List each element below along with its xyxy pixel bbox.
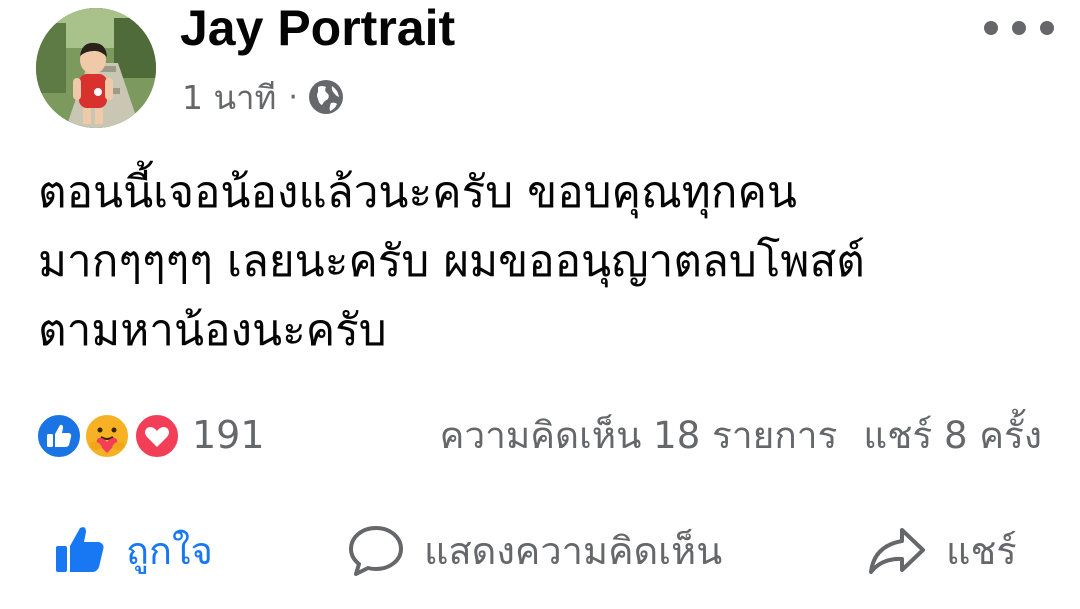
- author-name[interactable]: Jay Portrait: [180, 0, 455, 56]
- post-meta: 1 นาที ·: [182, 74, 346, 120]
- like-label: ถูกใจ: [126, 528, 213, 573]
- share-button[interactable]: แชร์: [866, 515, 1017, 585]
- shares-count[interactable]: แชร์ 8 ครั้ง: [863, 406, 1042, 465]
- action-bar: ถูกใจ แสดงความคิดเห็น แชร์: [0, 515, 1080, 585]
- globe-icon[interactable]: [306, 77, 346, 117]
- reaction-icons: [36, 411, 182, 459]
- more-dot: [984, 21, 998, 35]
- reaction-count: 191: [192, 413, 265, 457]
- facebook-post: Jay Portrait 1 นาที · ตอนนี้เจอน้องแล้วน…: [0, 0, 1080, 609]
- avatar[interactable]: [36, 8, 156, 128]
- like-button[interactable]: ถูกใจ: [52, 515, 213, 585]
- reactions-summary[interactable]: 191: [36, 410, 265, 460]
- avatar-photo: [36, 8, 156, 128]
- post-time[interactable]: 1 นาที: [182, 71, 276, 124]
- thumbs-up-icon: [56, 527, 104, 572]
- like-reaction-icon: [36, 413, 82, 459]
- more-dot: [1012, 21, 1026, 35]
- separator-dot: ·: [288, 79, 298, 115]
- post-message: ตอนนี้เจอน้องแล้วนะครับ ขอบคุณทุกคน มากๆ…: [38, 167, 865, 356]
- care-reaction-icon: [84, 413, 130, 459]
- more-options-icon[interactable]: [984, 0, 1054, 56]
- comment-label: แสดงความคิดเห็น: [424, 528, 723, 573]
- share-label: แชร์: [946, 528, 1017, 573]
- share-arrow-icon: [869, 528, 925, 574]
- more-dot: [1040, 21, 1054, 35]
- comments-count[interactable]: ความคิดเห็น 18 รายการ: [440, 406, 838, 465]
- comment-button[interactable]: แสดงความคิดเห็น: [346, 515, 722, 585]
- comment-icon: [349, 526, 403, 576]
- love-reaction-icon: [134, 413, 180, 459]
- post-stats: ความคิดเห็น 18 รายการ แชร์ 8 ครั้ง: [440, 410, 1042, 460]
